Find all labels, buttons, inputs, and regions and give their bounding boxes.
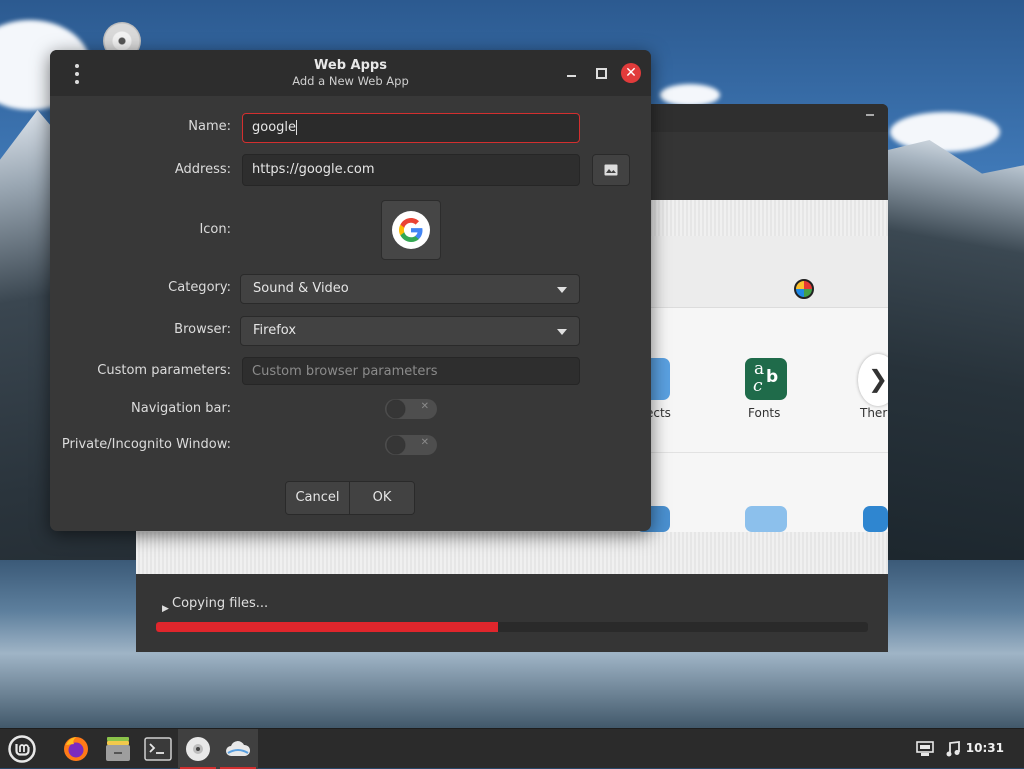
toggle-knob	[387, 436, 405, 454]
category-select[interactable]: Sound & Video	[240, 274, 580, 304]
minimize-icon[interactable]	[866, 114, 874, 116]
google-g-logo-icon	[392, 211, 430, 249]
navigation-bar-toggle[interactable]: ✕	[385, 399, 437, 419]
browser-select[interactable]: Firefox	[240, 316, 580, 346]
clock-icon[interactable]	[863, 506, 888, 532]
terminal-icon[interactable]	[138, 729, 178, 769]
maximize-icon[interactable]	[591, 63, 611, 83]
expand-arrow-icon[interactable]: ▶	[162, 604, 169, 614]
folder-logo	[106, 737, 130, 761]
linux-mint-menu-icon[interactable]	[2, 729, 42, 769]
background-strip	[136, 532, 888, 574]
copy-status-text: Copying files...	[172, 596, 269, 611]
custom-parameters-input[interactable]	[242, 357, 580, 385]
text-cursor	[296, 120, 298, 135]
ok-button[interactable]: OK	[350, 482, 414, 514]
browser-selected-value: Firefox	[253, 323, 297, 338]
cloud-webapps-icon[interactable]	[218, 729, 258, 769]
icon-label: Icon:	[199, 222, 231, 237]
taskbar: 10:31	[0, 728, 1024, 769]
firefox-logo	[64, 737, 88, 761]
disc-logo	[186, 737, 210, 761]
music-logo	[946, 741, 960, 757]
wallpaper-cloud	[660, 84, 720, 106]
toggle-off-icon: ✕	[420, 401, 429, 412]
name-field[interactable]: google	[242, 113, 580, 143]
address-field[interactable]: https://google.com	[242, 154, 580, 186]
terminal-logo	[144, 737, 172, 761]
copy-progress-bar	[156, 622, 868, 632]
address-label: Address:	[174, 162, 231, 177]
mint-logo	[8, 735, 36, 763]
minimize-icon[interactable]	[561, 63, 581, 83]
network-logo	[916, 741, 934, 756]
toggle-knob	[387, 400, 405, 418]
custom-parameters-label: Custom parameters:	[97, 363, 231, 378]
icon-picker-button[interactable]	[381, 200, 441, 260]
chevron-down-icon	[557, 287, 567, 293]
app-label-fonts: Fonts	[748, 406, 781, 420]
chevron-right-icon[interactable]: ❯	[858, 354, 888, 406]
clock-time[interactable]: 10:31	[966, 741, 1004, 755]
copy-progress-fill	[156, 622, 498, 632]
dialog-button-group: Cancel OK	[285, 481, 415, 515]
firefox-icon[interactable]	[56, 729, 96, 769]
copy-status-panel: ▶ Copying files...	[136, 574, 888, 652]
color-wheel-icon	[794, 279, 814, 299]
category-label: Category:	[168, 280, 231, 295]
app-icon[interactable]	[745, 506, 787, 532]
private-window-toggle[interactable]: ✕	[385, 435, 437, 455]
disc-icon[interactable]	[178, 729, 218, 769]
cancel-button[interactable]: Cancel	[286, 482, 350, 514]
private-window-label: Private/Incognito Window:	[61, 437, 231, 452]
web-apps-dialog[interactable]: Web Apps Add a New Web App ✕ Name: googl…	[50, 50, 651, 531]
image-icon	[604, 164, 618, 176]
app-label-themes: Ther	[860, 406, 888, 420]
address-value: https://google.com	[252, 162, 375, 177]
navigation-bar-label: Navigation bar:	[131, 401, 231, 416]
network-icon[interactable]	[910, 729, 940, 769]
chevron-down-icon	[557, 329, 567, 335]
dialog-titlebar[interactable]: Web Apps Add a New Web App ✕	[50, 50, 651, 96]
cloud-logo	[226, 741, 251, 756]
favicon-fetch-button[interactable]	[592, 154, 630, 186]
music-note-icon[interactable]	[940, 729, 966, 769]
fonts-icon[interactable]: abc	[745, 358, 787, 400]
file-manager-icon[interactable]	[98, 729, 138, 769]
name-label: Name:	[188, 119, 231, 134]
close-icon[interactable]: ✕	[621, 63, 641, 83]
browser-label: Browser:	[174, 322, 231, 337]
name-value: google	[252, 120, 297, 135]
toggle-off-icon: ✕	[420, 437, 429, 448]
category-selected-value: Sound & Video	[253, 281, 349, 296]
